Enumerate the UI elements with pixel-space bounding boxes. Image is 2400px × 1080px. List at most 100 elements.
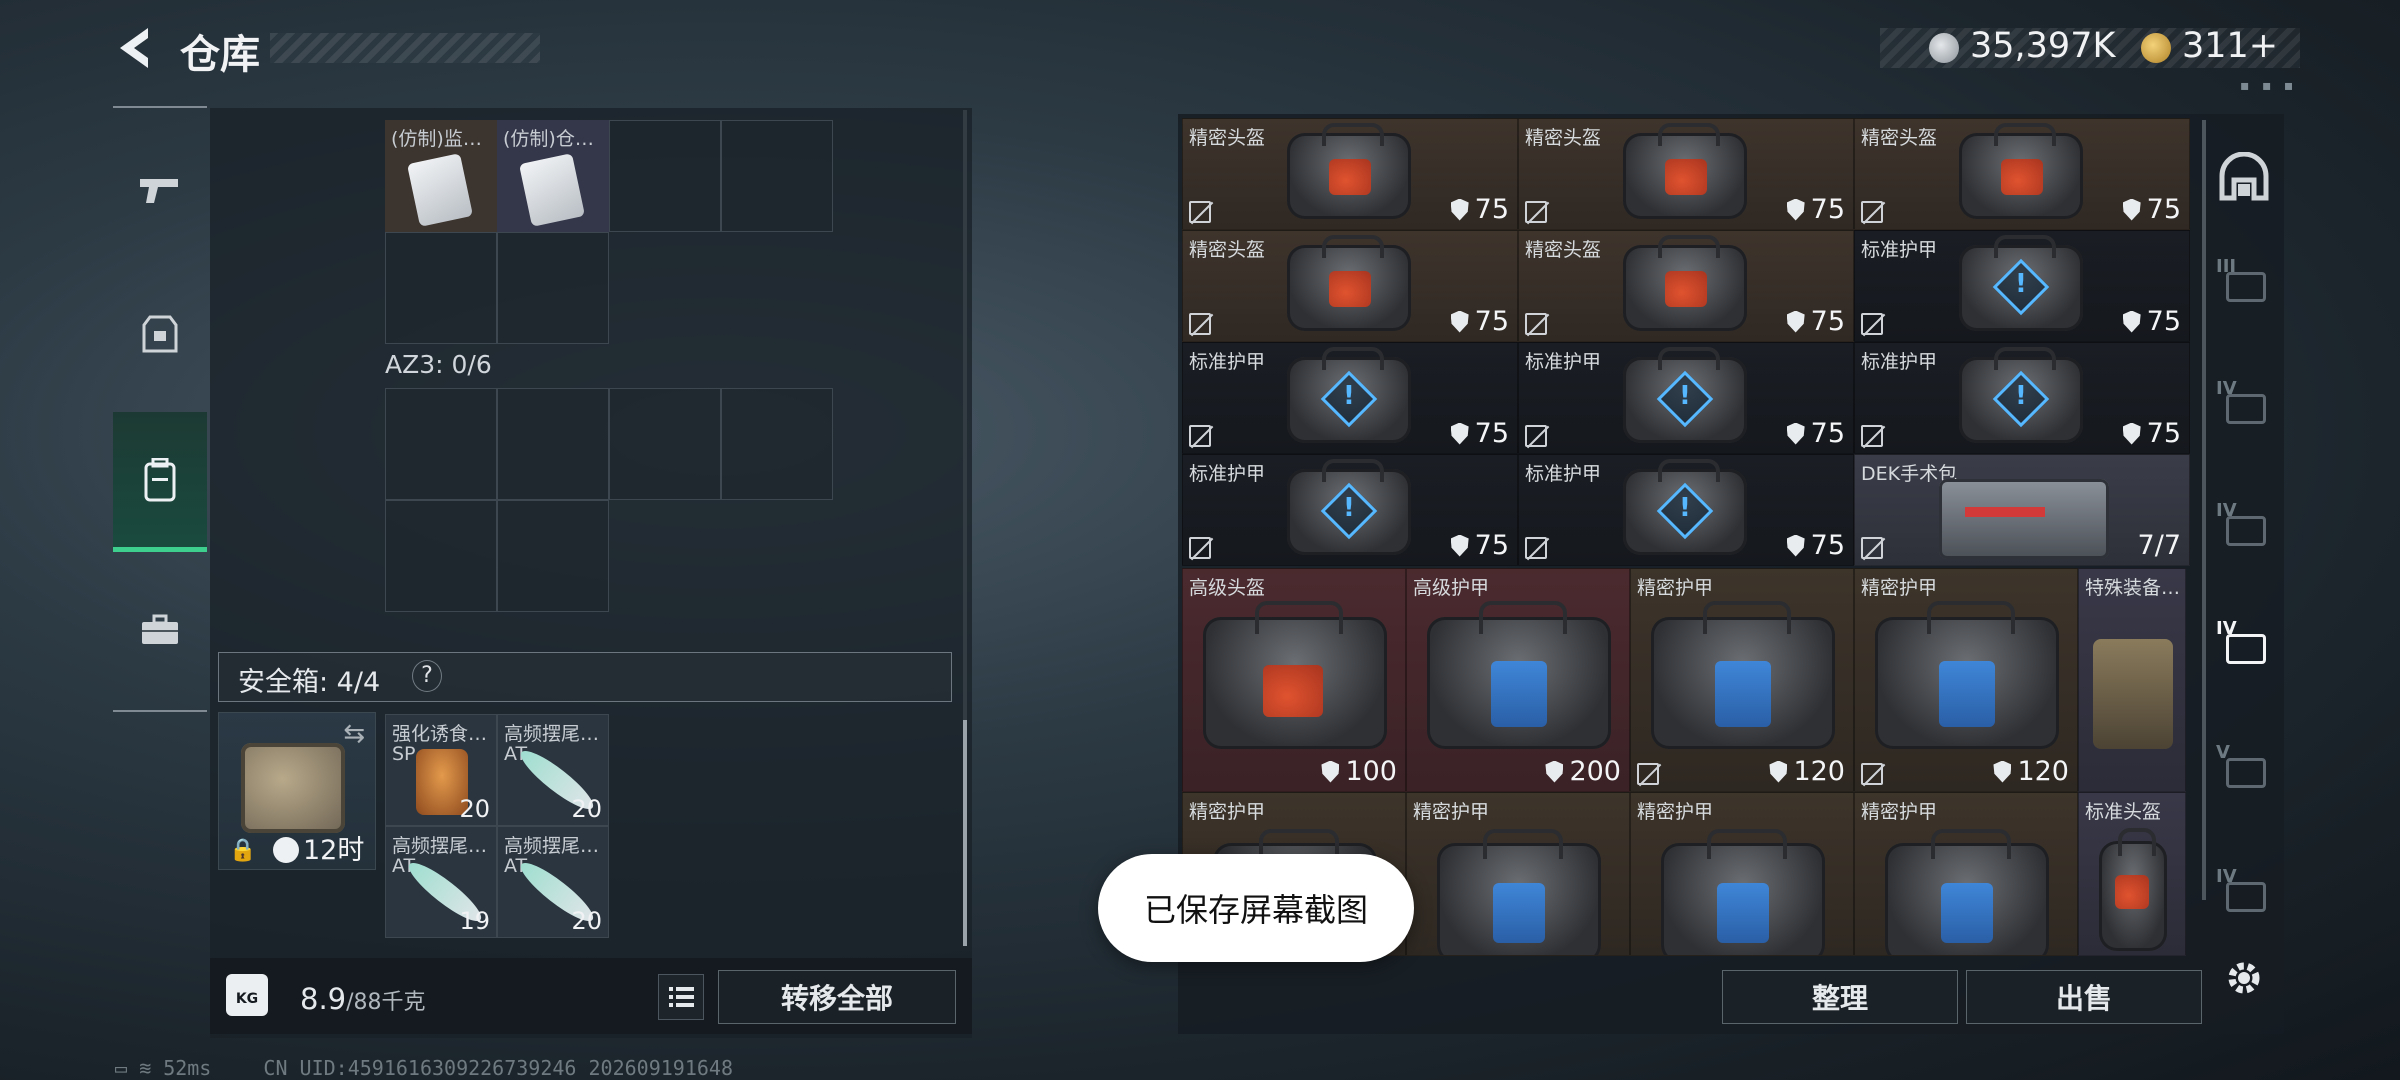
list-view-button[interactable] <box>658 974 704 1020</box>
battery-icon: ▭ <box>115 1056 128 1080</box>
back-arrow-icon[interactable] <box>110 22 160 74</box>
tier-tab[interactable]: IV <box>2212 612 2276 676</box>
tier-tab[interactable]: V <box>2212 736 2276 800</box>
warehouse-item[interactable]: DEK手术包 7/7 <box>1854 454 2190 566</box>
scrollbar-thumb[interactable] <box>963 720 967 946</box>
top-bar: 仓库 35,397K 311+ ▪ ▪ ▪ <box>0 0 2400 100</box>
warehouse-item[interactable]: 精密护甲 120 <box>1630 568 1854 792</box>
tier-tab[interactable]: IV <box>2212 372 2276 436</box>
currency-b-value[interactable]: 311+ <box>2182 26 2278 66</box>
grid-slot[interactable] <box>497 232 609 344</box>
safe-item[interactable]: 强化诱食… SP 20 <box>385 714 497 826</box>
medkit-icon <box>1939 479 2109 559</box>
warehouse-item[interactable]: 标准护甲! 75 <box>1182 454 1518 566</box>
armor-case-icon: ! <box>1623 458 1747 555</box>
grid-slot[interactable] <box>609 120 721 232</box>
grid-slot[interactable] <box>609 388 721 500</box>
sort-button[interactable]: 整理 <box>1722 970 1958 1024</box>
tier-tab[interactable]: IV <box>2212 494 2276 558</box>
helmet-case-icon <box>1287 234 1411 331</box>
weight-value: 8.9/88千克 <box>300 982 426 1016</box>
backpack-item[interactable]: (仿制)仓… <box>497 120 609 232</box>
shield-icon <box>1450 198 1469 221</box>
safe-box-slot[interactable]: ⇆ 🔒 12时 <box>218 712 376 870</box>
grid-slot[interactable] <box>721 120 833 232</box>
warehouse-item[interactable]: 精密头盔 75 <box>1182 118 1518 230</box>
warehouse-item[interactable]: 标准护甲! 75 <box>1518 342 1854 454</box>
grid-slot[interactable] <box>721 388 833 500</box>
untradeable-icon <box>1861 201 1883 223</box>
warehouse-item[interactable]: 精密护甲 <box>1630 792 1854 956</box>
briefcase-icon <box>142 614 178 644</box>
warehouse-icon <box>2219 152 2269 201</box>
swap-icon[interactable]: ⇆ <box>343 719 365 749</box>
tier-case-icon: III <box>2216 256 2272 308</box>
warehouse-item[interactable]: 标准护甲! 75 <box>1854 342 2190 454</box>
warehouse-item[interactable]: 标准头盔 <box>2078 792 2186 956</box>
weight-current: 8.9 <box>300 982 347 1016</box>
warehouse-item[interactable]: 高级护甲 200 <box>1406 568 1630 792</box>
shield-icon <box>1786 198 1805 221</box>
warehouse-item[interactable]: 高级头盔 100 <box>1182 568 1406 792</box>
shield-icon <box>1993 760 2012 783</box>
backpack-icon <box>144 457 176 501</box>
item-durability: 75 <box>1810 530 1845 561</box>
tier-case-icon: IV <box>2216 866 2272 918</box>
status-info: ▭ ≋ 52ms CN UID:4591616309226739246 2026… <box>115 1056 733 1080</box>
equipment-case-icon <box>1427 601 1611 749</box>
warehouse-item[interactable]: 精密头盔 75 <box>1854 118 2190 230</box>
untradeable-icon <box>1189 201 1211 223</box>
item-name: 精密头盔 <box>1189 127 1266 149</box>
transfer-all-button[interactable]: 转移全部 <box>718 970 956 1024</box>
safe-item[interactable]: 高频摆尾… AT 19 <box>385 826 497 938</box>
warehouse-item[interactable]: 特殊装备… <box>2078 568 2186 792</box>
backpack-item[interactable]: (仿制)监… <box>385 120 497 232</box>
untradeable-icon <box>1861 313 1883 335</box>
title-stripe <box>270 33 540 63</box>
armor-case-icon: ! <box>1287 458 1411 555</box>
safe-box-time: 12时 <box>303 835 365 866</box>
safe-item[interactable]: 高频摆尾… AT 20 <box>497 714 609 826</box>
item-name: 精密头盔 <box>1525 239 1602 261</box>
shield-icon <box>2122 310 2141 333</box>
grid-slot[interactable] <box>497 500 609 612</box>
grid-slot[interactable] <box>385 500 497 612</box>
warehouse-item[interactable]: 标准护甲! 75 <box>1854 230 2190 342</box>
warehouse-home-tab[interactable] <box>2212 146 2276 210</box>
item-name: 精密护甲 <box>1861 577 1938 599</box>
tier-tab[interactable]: IV <box>2212 860 2276 924</box>
help-icon[interactable]: ? <box>412 660 442 692</box>
nav-case[interactable] <box>113 580 207 680</box>
warehouse-item[interactable]: 精密头盔 75 <box>1182 230 1518 342</box>
warehouse-item[interactable]: 标准护甲! 75 <box>1518 454 1854 566</box>
grid-slot[interactable] <box>385 232 497 344</box>
warehouse-item[interactable]: 精密头盔 75 <box>1518 118 1854 230</box>
item-name: 精密护甲 <box>1637 801 1714 823</box>
warehouse-item[interactable]: 标准护甲! 75 <box>1182 342 1518 454</box>
warehouse-scrollbar[interactable] <box>2202 120 2206 900</box>
tier-tab[interactable]: III <box>2212 250 2276 314</box>
helmet-case-icon <box>1287 122 1411 219</box>
item-durability: 75 <box>2146 418 2181 449</box>
sell-button[interactable]: 出售 <box>1966 970 2202 1024</box>
item-name: 标准护甲 <box>1861 351 1938 373</box>
warehouse-item[interactable]: 精密头盔 75 <box>1518 230 1854 342</box>
weight-max: /88千克 <box>346 990 426 1015</box>
nav-backpack[interactable] <box>113 412 207 552</box>
document-item-icon <box>406 153 474 227</box>
nav-armor[interactable] <box>113 285 207 385</box>
tier-case-icon: IV <box>2216 500 2272 552</box>
item-name: 标准护甲 <box>1189 463 1266 485</box>
warehouse-item[interactable]: 精密护甲 <box>1854 792 2078 956</box>
warehouse-item[interactable]: 精密护甲 120 <box>1854 568 2078 792</box>
warehouse-item[interactable]: 精密护甲 <box>1406 792 1630 956</box>
equipment-case-icon <box>1885 828 2049 955</box>
tier-case-icon: IV <box>2216 618 2272 670</box>
grid-slot[interactable] <box>385 388 497 500</box>
grid-slot[interactable] <box>497 388 609 500</box>
shield-icon <box>1450 310 1469 333</box>
nav-weapons[interactable] <box>113 140 207 240</box>
safe-item[interactable]: 高频摆尾… AT 20 <box>497 826 609 938</box>
shield-icon <box>1450 534 1469 557</box>
settings-button[interactable] <box>2212 946 2276 1010</box>
